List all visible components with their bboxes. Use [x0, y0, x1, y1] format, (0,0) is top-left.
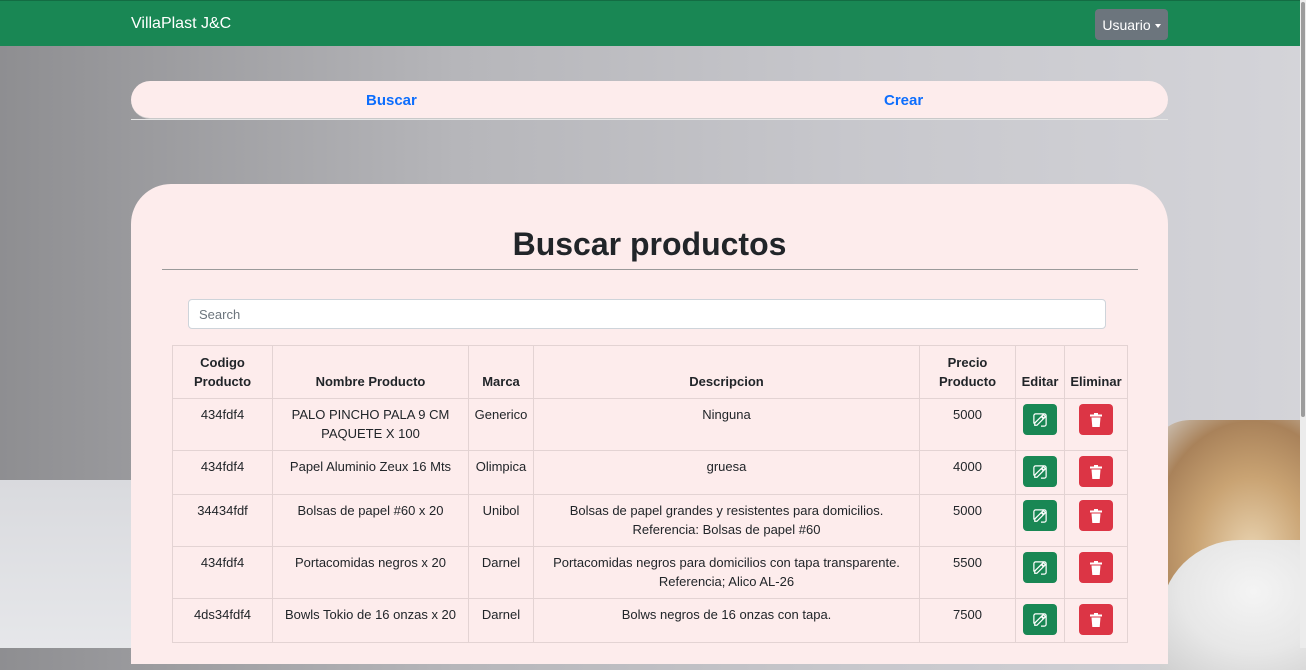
- cell-description: gruesa: [533, 450, 920, 495]
- edit-icon: [1033, 560, 1047, 575]
- caret-down-icon: [1154, 23, 1161, 28]
- cell-name: Papel Aluminio Zeux 16 Mts: [272, 450, 469, 495]
- cell-edit: [1015, 494, 1065, 547]
- cell-edit: [1015, 598, 1065, 643]
- cell-delete: [1064, 546, 1128, 599]
- table-row: 434fdf4 Papel Aluminio Zeux 16 Mts Olimp…: [172, 450, 1128, 495]
- edit-button[interactable]: [1023, 500, 1057, 531]
- edit-button[interactable]: [1023, 552, 1057, 583]
- cell-code: 4ds34fdf4: [172, 598, 273, 643]
- edit-button[interactable]: [1023, 456, 1057, 487]
- top-navbar: VillaPlast J&C Usuario: [0, 0, 1300, 46]
- header-marca: Marca: [468, 345, 534, 399]
- page-scrollbar[interactable]: [1300, 0, 1306, 648]
- edit-icon: [1033, 612, 1047, 627]
- cell-price: 5500: [919, 546, 1016, 599]
- cell-delete: [1064, 450, 1128, 495]
- table-row: 4ds34fdf4 Bowls Tokio de 16 onzas x 20 D…: [172, 598, 1128, 643]
- cell-code: 434fdf4: [172, 546, 273, 599]
- search-input[interactable]: [188, 299, 1106, 329]
- cell-description: Bolsas de papel grandes y resistentes pa…: [533, 494, 920, 547]
- cell-price: 7500: [919, 598, 1016, 643]
- cell-price: 5000: [919, 494, 1016, 547]
- delete-button[interactable]: [1079, 456, 1113, 487]
- cell-name: Portacomidas negros x 20: [272, 546, 469, 599]
- cell-name: PALO PINCHO PALA 9 CM PAQUETE X 100: [272, 398, 469, 451]
- edit-icon: [1033, 464, 1047, 479]
- cell-code: 434fdf4: [172, 450, 273, 495]
- cell-brand: Olimpica: [468, 450, 534, 495]
- delete-button[interactable]: [1079, 500, 1113, 531]
- header-descripcion: Descripcion: [533, 345, 920, 399]
- products-table: Codigo Producto Nombre Producto Marca De…: [172, 345, 1128, 643]
- cell-name: Bolsas de papel #60 x 20: [272, 494, 469, 547]
- brand-logo[interactable]: VillaPlast J&C: [131, 15, 231, 33]
- trash-icon: [1090, 412, 1102, 427]
- cell-edit: [1015, 546, 1065, 599]
- user-dropdown-button[interactable]: Usuario: [1095, 9, 1168, 40]
- cell-brand: Darnel: [468, 598, 534, 643]
- title-divider: [162, 269, 1138, 270]
- cell-description: Portacomidas negros para domicilios con …: [533, 546, 920, 599]
- trash-icon: [1090, 464, 1102, 479]
- scrollbar-thumb[interactable]: [1301, 2, 1305, 417]
- trash-icon: [1090, 612, 1102, 627]
- table-header-row: Codigo Producto Nombre Producto Marca De…: [172, 345, 1128, 399]
- cell-delete: [1064, 494, 1128, 547]
- cell-edit: [1015, 450, 1065, 495]
- cell-delete: [1064, 398, 1128, 451]
- edit-icon: [1033, 508, 1047, 523]
- edit-button[interactable]: [1023, 604, 1057, 635]
- tab-divider: [131, 119, 1168, 120]
- header-codigo: Codigo Producto: [172, 345, 273, 399]
- tab-crear[interactable]: Crear: [884, 92, 923, 109]
- trash-icon: [1090, 508, 1102, 523]
- cell-price: 5000: [919, 398, 1016, 451]
- cell-code: 34434fdf: [172, 494, 273, 547]
- cell-name: Bowls Tokio de 16 onzas x 20: [272, 598, 469, 643]
- delete-button[interactable]: [1079, 404, 1113, 435]
- cell-brand: Darnel: [468, 546, 534, 599]
- cell-price: 4000: [919, 450, 1016, 495]
- table-row: 434fdf4 Portacomidas negros x 20 Darnel …: [172, 546, 1128, 599]
- header-editar: Editar: [1015, 345, 1065, 399]
- cell-code: 434fdf4: [172, 398, 273, 451]
- edit-icon: [1033, 412, 1047, 427]
- trash-icon: [1090, 560, 1102, 575]
- tab-buscar[interactable]: Buscar: [366, 92, 417, 109]
- cell-brand: Unibol: [468, 494, 534, 547]
- cell-delete: [1064, 598, 1128, 643]
- tab-bar: Buscar Crear: [131, 81, 1168, 119]
- edit-button[interactable]: [1023, 404, 1057, 435]
- table-row: 34434fdf Bolsas de papel #60 x 20 Unibol…: [172, 494, 1128, 547]
- search-products-card: Buscar productos Codigo Producto Nombre …: [131, 184, 1168, 664]
- table-row: 434fdf4 PALO PINCHO PALA 9 CM PAQUETE X …: [172, 398, 1128, 451]
- cell-description: Ninguna: [533, 398, 920, 451]
- header-precio: Precio Producto: [919, 345, 1016, 399]
- delete-button[interactable]: [1079, 604, 1113, 635]
- cell-edit: [1015, 398, 1065, 451]
- cell-brand: Generico: [468, 398, 534, 451]
- user-button-label: Usuario: [1102, 16, 1151, 33]
- header-eliminar: Eliminar: [1064, 345, 1128, 399]
- cell-description: Bolws negros de 16 onzas con tapa.: [533, 598, 920, 643]
- delete-button[interactable]: [1079, 552, 1113, 583]
- page-title: Buscar productos: [512, 226, 787, 262]
- header-nombre: Nombre Producto: [272, 345, 469, 399]
